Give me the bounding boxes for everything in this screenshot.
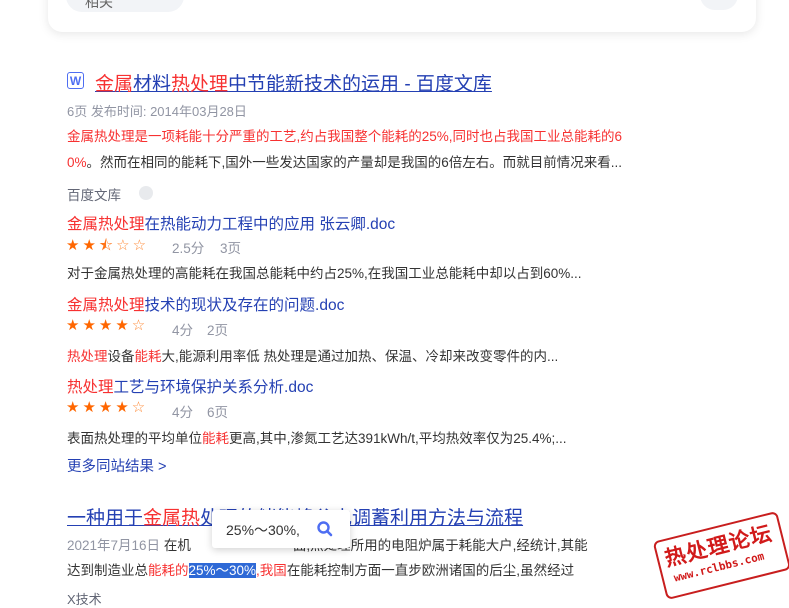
more-same-site-link[interactable]: 更多同站结果 >: [67, 455, 167, 476]
source-dropdown-icon[interactable]: [139, 186, 153, 200]
result-title-link[interactable]: 金属材料热处理中节能新技术的运用 - 百度文库: [95, 69, 492, 96]
result-snippet-line1: 金属热处理是一项耗能十分严重的工艺,约占我国整个能耗的25%,同时也占我国工业总…: [67, 129, 623, 144]
wenku-icon: W: [67, 72, 84, 89]
doc-snippet: 表面热处理的平均单位能耗更高,其中,渗氮工艺达391kWh/t,平均热效率仅为2…: [67, 431, 567, 446]
source-label: 百度文库: [67, 188, 121, 203]
doc-link-2[interactable]: 金属热处理技术的现状及存在的问题.doc: [67, 293, 344, 315]
doc-pages: 6页: [207, 405, 229, 420]
star-rating-icon: ★★★★☆: [66, 399, 149, 416]
doc-snippet: 对于金属热处理的高能耗在我国总能耗中约占25%,在我国工业总能耗中却以占到60%…: [67, 266, 582, 281]
doc-rating: 4分: [172, 323, 194, 338]
doc-rating: 2.5分: [172, 241, 205, 256]
star-rating-icon: ★★★★☆: [66, 317, 149, 334]
result2-snippet: 达到制造业总能耗的25%～30%,我国在能耗控制方面一直步欧洲诸国的后尘,虽然经…: [67, 563, 575, 578]
doc-rating: 4分: [172, 405, 194, 420]
doc-link-3[interactable]: 热处理工艺与环境保护关系分析.doc: [67, 375, 313, 397]
star-rating-icon: ★★⯪☆☆: [66, 237, 150, 254]
doc-snippet: 热处理设备能耗大,能源利用率低 热处理是通过加热、保温、冷却来改变零件的内...: [67, 349, 559, 364]
doc-link-1[interactable]: 金属热处理在热能动力工程中的应用 张云卿.doc: [67, 212, 395, 234]
selected-text: 25%～30%: [188, 563, 257, 578]
result-meta: 6页 发布时间: 2014年03月28日: [67, 104, 247, 119]
doc-pages: 3页: [220, 241, 242, 256]
popup-selected-text: 25%～30%,: [226, 522, 300, 538]
forum-watermark-logo: 热处理论坛 www.rclbbs.com: [645, 505, 789, 608]
related-chip[interactable]: [66, 0, 184, 12]
result2-source: X技术: [67, 592, 102, 607]
search-icon[interactable]: [316, 520, 334, 538]
result-snippet-line2: 0%。然而在相同的能耗下,国外一些发达国家的产量却是我国的6倍左右。而就目前情况…: [67, 155, 623, 170]
related-chip-label: 相关: [85, 0, 113, 10]
doc-pages: 2页: [207, 323, 229, 338]
